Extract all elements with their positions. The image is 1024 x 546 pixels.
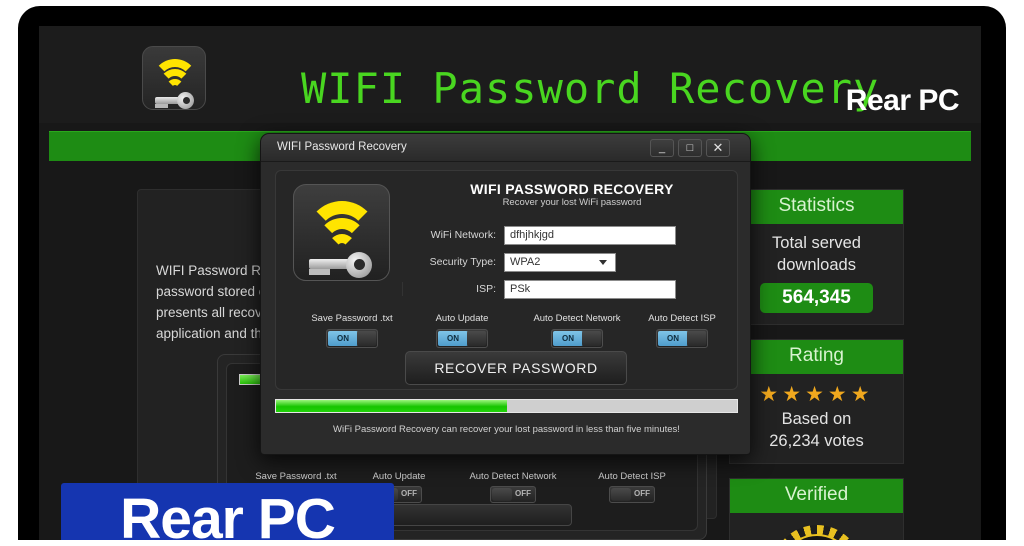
- dialog-heading: WIFI PASSWORD RECOVERY: [470, 181, 674, 197]
- toggle-state: ON: [438, 331, 468, 346]
- text-cursor: [402, 282, 403, 296]
- toggle-knob: [582, 331, 601, 346]
- toggle-auto-detect-isp[interactable]: Auto Detect ISP ON: [632, 313, 732, 348]
- certified-seal-icon: CERTIFIED: [771, 525, 862, 540]
- toggle-state: ON: [553, 331, 583, 346]
- download-count-badge: 564,345: [760, 283, 873, 313]
- background-toggle-label: Auto Update: [372, 471, 426, 482]
- toggle-switch[interactable]: ON: [656, 329, 708, 348]
- key-teeth: [309, 269, 330, 275]
- security-type-label: Security Type:: [429, 256, 496, 268]
- device-frame: WIFI Password Recovery Rear PC WIFI Pass…: [18, 6, 1006, 540]
- progress-bar: [275, 399, 738, 413]
- toggle-auto-detect-network[interactable]: Auto Detect Network ON: [514, 313, 640, 348]
- verified-heading: Verified: [730, 479, 903, 513]
- background-toggle-label: Auto Detect ISP: [598, 471, 666, 482]
- maximize-icon[interactable]: □: [678, 139, 702, 157]
- site-header: WIFI Password Recovery Rear PC: [39, 26, 981, 123]
- wifi-key-icon: [142, 46, 206, 110]
- dialog-subheading: Recover your lost WiFi password: [502, 197, 642, 208]
- rating-body: ★★★★★ Based on 26,234 votes: [730, 374, 903, 463]
- verified-body: CERTIFIED: [730, 513, 903, 540]
- minimize-icon[interactable]: _: [650, 139, 674, 157]
- statistics-line-1: Total served: [772, 234, 861, 252]
- key-hole: [183, 97, 190, 104]
- toggle-switch[interactable]: ON: [436, 329, 488, 348]
- isp-label: ISP:: [476, 283, 496, 295]
- toggle-save-password[interactable]: Save Password .txt ON: [294, 313, 410, 348]
- toggle-switch[interactable]: ON: [551, 329, 603, 348]
- toggle-label: Auto Detect ISP: [648, 313, 716, 324]
- background-toggle-label: Save Password .txt: [255, 471, 337, 482]
- toggle-state: OFF: [401, 489, 417, 498]
- sidebar: Statistics Total served downloads 564,34…: [729, 189, 904, 540]
- screenshot-root: WIFI Password Recovery Rear PC WIFI Pass…: [0, 0, 1024, 546]
- isp-input[interactable]: PSk: [504, 280, 676, 299]
- recover-password-button[interactable]: RECOVER PASSWORD: [405, 351, 627, 385]
- background-toggle-switch[interactable]: OFF: [490, 486, 536, 503]
- chevron-down-icon[interactable]: [599, 260, 607, 265]
- toggle-state: ON: [328, 331, 358, 346]
- page-title: WIFI Password Recovery: [301, 64, 880, 113]
- statistics-widget: Statistics Total served downloads 564,34…: [729, 189, 904, 325]
- background-toggle-auto-detect-isp[interactable]: Auto Detect ISP OFF: [577, 471, 687, 503]
- statistics-body: Total served downloads 564,345: [730, 224, 903, 324]
- toggle-state: ON: [658, 331, 688, 346]
- toggle-state: OFF: [515, 489, 531, 498]
- web-page: WIFI Password Recovery Rear PC WIFI Pass…: [39, 26, 981, 540]
- wifi-network-label: WiFi Network:: [430, 229, 496, 241]
- rating-widget: Rating ★★★★★ Based on 26,234 votes: [729, 339, 904, 464]
- toggle-label: Save Password .txt: [311, 313, 393, 324]
- toggle-auto-update[interactable]: Auto Update ON: [410, 313, 514, 348]
- background-toggle-switch[interactable]: OFF: [609, 486, 655, 503]
- verified-widget: Verified CERTIFIED: [729, 478, 904, 540]
- background-toggle-auto-detect-network[interactable]: Auto Detect Network OFF: [451, 471, 575, 503]
- statistics-line-2: downloads: [777, 256, 856, 274]
- rating-line-1: Based on: [781, 410, 852, 428]
- toggle-knob: [357, 331, 376, 346]
- toggle-state: OFF: [634, 489, 650, 498]
- toggle-knob: [467, 331, 486, 346]
- key-teeth: [155, 104, 168, 108]
- progress-bar-fill: [276, 400, 507, 412]
- bottom-spacer: [0, 540, 1024, 546]
- close-icon[interactable]: ✕: [706, 139, 730, 157]
- dialog-titlebar[interactable]: WIFI Password Recovery _ □ ✕: [261, 134, 750, 162]
- background-toggle-label: Auto Detect Network: [469, 471, 557, 482]
- toggle-knob: [492, 488, 512, 501]
- dialog-tagline: WiFi Password Recovery can recover your …: [333, 424, 680, 435]
- dialog-panel: WIFI PASSWORD RECOVERY Recover your lost…: [275, 170, 738, 390]
- watermark-badge: Rear PC: [61, 483, 394, 540]
- toggle-label: Auto Update: [435, 313, 489, 324]
- rating-line-2: 26,234 votes: [769, 432, 864, 450]
- toggle-knob: [687, 331, 706, 346]
- toggle-switch[interactable]: ON: [326, 329, 378, 348]
- toggle-label: Auto Detect Network: [533, 313, 621, 324]
- wifi-password-recovery-dialog[interactable]: WIFI Password Recovery _ □ ✕ WIFI PASSWO…: [260, 133, 751, 455]
- key-hole: [354, 259, 365, 270]
- toggle-knob: [611, 488, 631, 501]
- wifi-key-icon: [293, 184, 390, 281]
- dialog-title: WIFI Password Recovery: [277, 141, 407, 153]
- rating-heading: Rating: [730, 340, 903, 374]
- wifi-network-input[interactable]: dfhjhkjgd: [504, 226, 676, 245]
- key-shaft: [309, 259, 350, 269]
- statistics-heading: Statistics: [730, 190, 903, 224]
- watermark-top-right: Rear PC: [845, 84, 960, 117]
- star-rating-icon: ★★★★★: [759, 383, 874, 406]
